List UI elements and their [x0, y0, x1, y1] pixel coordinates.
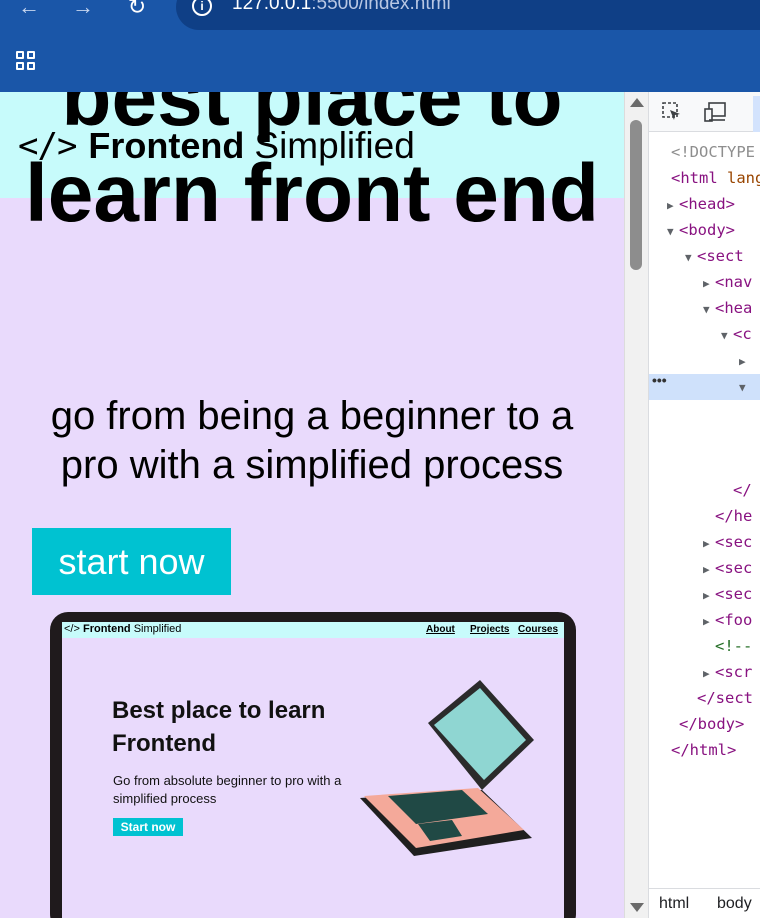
- url-path: :5500/index.html: [311, 0, 451, 14]
- dom-node-tag: <sec: [715, 559, 753, 577]
- dom-node[interactable]: </html>: [659, 738, 736, 764]
- dom-node[interactable]: </sect: [685, 686, 753, 712]
- dom-node-tag: <html: [671, 169, 718, 187]
- dom-node[interactable]: ▼ <c: [721, 322, 752, 348]
- expand-triangle-icon[interactable]: ▶: [703, 584, 715, 608]
- mockup-logo: </> Frontend Simplified: [64, 623, 181, 635]
- mockup-logo-mark: </>: [64, 623, 80, 635]
- collapse-triangle-icon[interactable]: ▼: [667, 220, 679, 244]
- dom-node-tag: <head>: [679, 195, 735, 213]
- forward-arrow-icon: →: [72, 0, 94, 19]
- dom-node[interactable]: ▶: [739, 348, 751, 374]
- devtools-panel: <!DOCTYPE <html lang ▶ <head> ▼ <body> ▼ <sect ▶…: [648, 92, 760, 918]
- dom-node[interactable]: </he: [703, 504, 752, 530]
- start-now-button[interactable]: start now: [32, 528, 231, 595]
- dom-node[interactable]: ▶ <sec: [703, 530, 752, 556]
- expand-triangle-icon[interactable]: ▶: [703, 610, 715, 634]
- laptop-screen: </> Frontend Simplified About Projects C…: [62, 622, 564, 918]
- dom-node[interactable]: ▶ <scr: [703, 660, 752, 686]
- dom-node[interactable]: ▼ <sect: [685, 244, 744, 270]
- dom-node[interactable]: ▶ <sec: [703, 582, 752, 608]
- mockup-link-projects: Projects: [470, 624, 510, 635]
- dom-node[interactable]: ▶ <sec: [703, 556, 752, 582]
- devtools-toolbar: [649, 92, 760, 132]
- devtools-breadcrumbs: html body: [649, 888, 760, 918]
- dom-node-tag: </html>: [671, 741, 737, 759]
- mockup-logo-strong: Frontend: [82, 623, 131, 635]
- dom-node-attribute: lang: [717, 169, 760, 187]
- back-button[interactable]: ←: [14, 0, 44, 20]
- url-host: 127.0.0.1: [232, 0, 312, 14]
- dom-node[interactable]: <html lang: [659, 166, 760, 192]
- collapse-triangle-icon[interactable]: ▼: [721, 324, 733, 348]
- dom-node[interactable]: ▼ <hea: [703, 296, 752, 322]
- dom-node-tag: <sec: [715, 585, 753, 603]
- expand-triangle-icon[interactable]: ▶: [703, 532, 715, 556]
- dom-node[interactable]: </body>: [667, 712, 744, 738]
- dom-node[interactable]: ▶ <foo: [703, 608, 752, 634]
- dom-node-tag: <nav: [715, 273, 753, 291]
- collapse-triangle-icon[interactable]: ▼: [703, 298, 715, 322]
- expand-triangle-icon[interactable]: ▶: [703, 558, 715, 582]
- dom-node-tag: <sec: [715, 533, 753, 551]
- url-text[interactable]: 127.0.0.1:5500/index.html: [232, 0, 451, 15]
- dom-node-tag: <c: [733, 325, 752, 343]
- page-scrollbar[interactable]: [624, 92, 648, 918]
- reload-icon: ↻: [127, 0, 147, 19]
- dom-node-tag: <!--: [715, 637, 753, 655]
- dom-node-tag: </: [733, 481, 752, 499]
- collapse-triangle-icon[interactable]: ▼: [739, 376, 751, 400]
- expand-triangle-icon[interactable]: ▶: [703, 272, 715, 296]
- dom-node-tag: <scr: [715, 663, 753, 681]
- dom-node-tag: <foo: [715, 611, 753, 629]
- dom-node[interactable]: ▶ <nav: [703, 270, 752, 296]
- device-toolbar-icon[interactable]: [704, 101, 726, 123]
- dom-node[interactable]: ▶ <head>: [667, 192, 735, 218]
- dom-node[interactable]: <!DOCTYPE: [659, 140, 755, 166]
- mockup-logo-light: Simplified: [133, 623, 182, 635]
- dom-node-tag: <hea: [715, 299, 753, 317]
- address-row: ← → ↻ i 127.0.0.1:5500/index.html: [0, 0, 760, 30]
- inspect-element-icon[interactable]: [661, 101, 683, 123]
- expand-triangle-icon[interactable]: ▶: [703, 662, 715, 686]
- mockup-link-about: About: [426, 624, 455, 635]
- forward-button[interactable]: →: [68, 0, 98, 20]
- dom-node-tag: </body>: [679, 715, 745, 733]
- browser-toolbar: ← → ↻ i 127.0.0.1:5500/index.html: [0, 0, 760, 92]
- mockup-heading: Best place to learn Frontend: [112, 697, 326, 757]
- dom-node-tag: <sect: [697, 247, 744, 265]
- scroll-down-arrow-icon[interactable]: [630, 903, 644, 912]
- mockup-button: Start now: [113, 818, 183, 836]
- dom-node-tag: </he: [715, 507, 753, 525]
- mockup-paragraph: Go from absolute beginner to pro with a …: [113, 773, 342, 806]
- back-arrow-icon: ←: [18, 0, 40, 19]
- dom-node[interactable]: ▼ <body>: [667, 218, 735, 244]
- apps-grid-icon[interactable]: [16, 51, 37, 72]
- dom-node[interactable]: </: [721, 478, 752, 504]
- hero-title: best place to learn front end: [24, 92, 600, 239]
- expand-triangle-icon[interactable]: ▶: [667, 194, 679, 218]
- elements-tab[interactable]: [753, 96, 760, 132]
- collapse-triangle-icon[interactable]: ▼: [685, 246, 697, 270]
- scrollbar-thumb[interactable]: [630, 120, 642, 270]
- dom-node-tag: <body>: [679, 221, 735, 239]
- dom-node-tag: <!DOCTYPE: [671, 143, 755, 161]
- scroll-up-arrow-icon[interactable]: [630, 98, 644, 107]
- hero-image: </> Frontend Simplified About Projects C…: [50, 612, 576, 918]
- mockup-link-courses: Courses: [518, 624, 559, 635]
- laptop-illustration: [360, 680, 534, 856]
- breadcrumb-body[interactable]: body: [717, 895, 752, 913]
- page-viewport: </> Frontend Simplified best place to le…: [0, 92, 624, 918]
- reload-button[interactable]: ↻: [122, 0, 152, 20]
- dom-node[interactable]: <!--: [703, 634, 752, 660]
- hero-subtitle: go from being a beginner to a pro with a…: [50, 394, 574, 487]
- expand-triangle-icon[interactable]: ▶: [739, 350, 751, 374]
- breadcrumb-html[interactable]: html: [659, 895, 689, 913]
- selected-row-ellipsis-icon[interactable]: •••: [652, 372, 667, 388]
- dom-node-tag: </sect: [697, 689, 753, 707]
